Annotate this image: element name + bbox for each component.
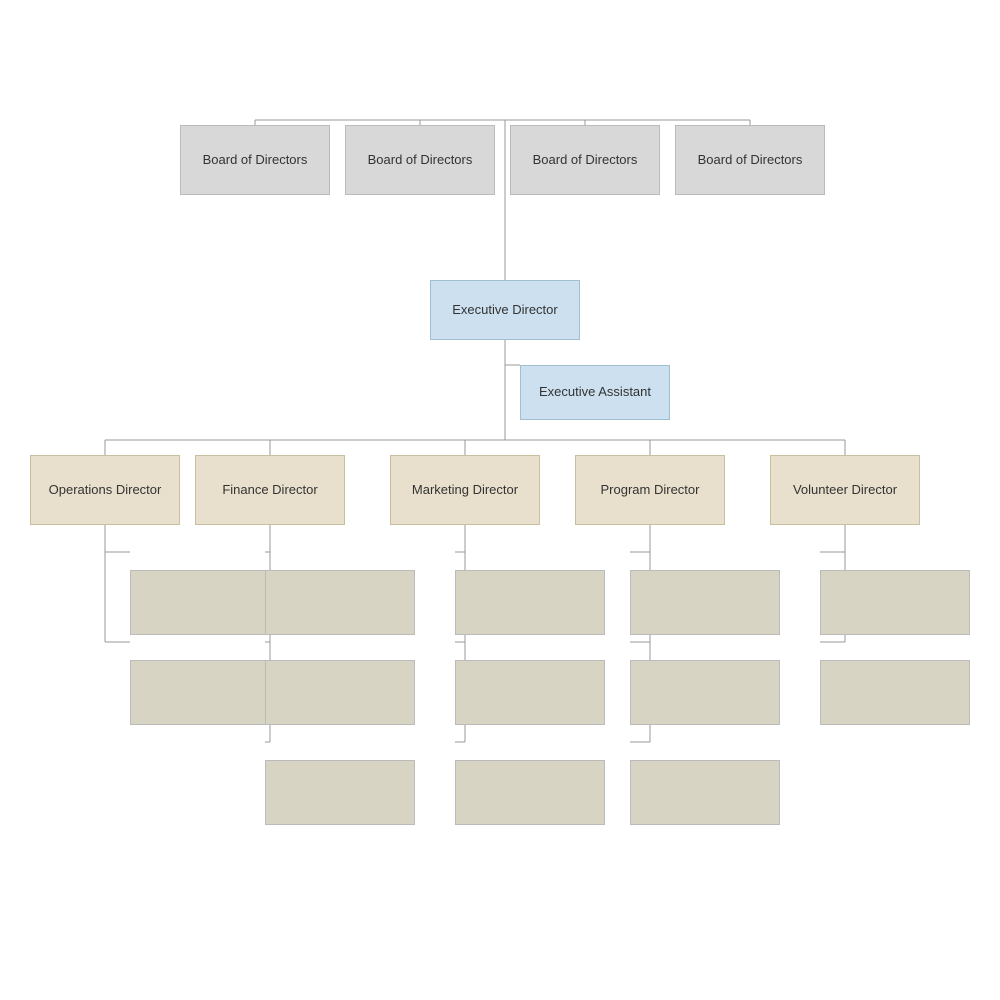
mkt-sub-3 [455, 760, 605, 825]
mkt-sub-1 [455, 570, 605, 635]
prog-sub-1 [630, 570, 780, 635]
prog-sub-3 [630, 760, 780, 825]
board-node-3: Board of Directors [510, 125, 660, 195]
org-chart: Board of Directors Board of Directors Bo… [0, 0, 1000, 1000]
vol-director-node: Volunteer Director [770, 455, 920, 525]
fin-sub-2 [265, 660, 415, 725]
board-node-1: Board of Directors [180, 125, 330, 195]
mkt-sub-2 [455, 660, 605, 725]
prog-director-node: Program Director [575, 455, 725, 525]
ops-director-node: Operations Director [30, 455, 180, 525]
exec-assistant-node: Executive Assistant [520, 365, 670, 420]
board-node-4: Board of Directors [675, 125, 825, 195]
board-node-2: Board of Directors [345, 125, 495, 195]
exec-director-node: Executive Director [430, 280, 580, 340]
ops-sub-2 [130, 660, 280, 725]
prog-sub-2 [630, 660, 780, 725]
ops-sub-1 [130, 570, 280, 635]
fin-sub-1 [265, 570, 415, 635]
fin-sub-3 [265, 760, 415, 825]
fin-director-node: Finance Director [195, 455, 345, 525]
vol-sub-2 [820, 660, 970, 725]
vol-sub-1 [820, 570, 970, 635]
mkt-director-node: Marketing Director [390, 455, 540, 525]
